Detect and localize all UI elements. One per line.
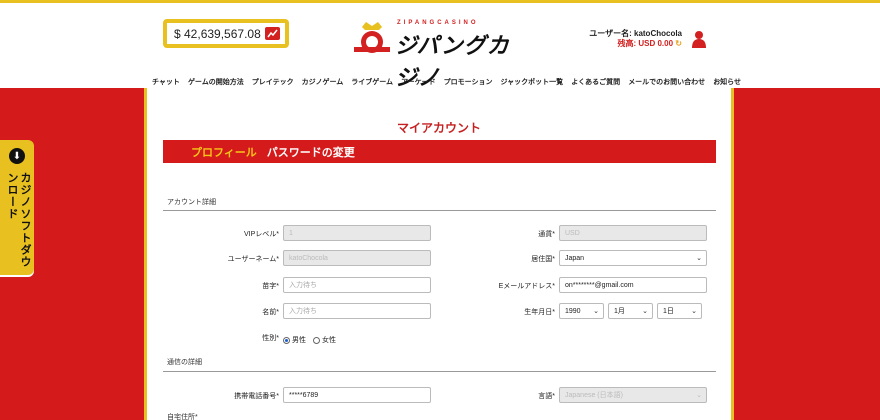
username-field: katoChocola [283,250,431,266]
jackpot-display: $ 42,639,567.08 [163,19,289,48]
gender-male-radio[interactable]: 男性 [283,335,306,345]
jackpot-amount: $ 42,639,567.08 [174,26,261,41]
side-panel-label: カジノソフトダウンロード [6,172,32,268]
balance-label: 残高: USD 0.00 [617,39,674,48]
nav-item-news[interactable]: お知らせ [713,77,741,87]
nav-item-email-contact[interactable]: メールでのお問い合わせ [628,77,705,87]
nav-item-live-games[interactable]: ライブゲーム [351,77,393,87]
phone-label: 携帯電話番号* [234,393,279,400]
nav-item-how-to-start[interactable]: ゲームの開始方法 [188,77,244,87]
chevron-down-icon: ⌄ [593,308,599,315]
email-input[interactable]: on********@gmail.com [559,277,707,293]
logo-emblem-icon [354,22,390,53]
username-field-label: ユーザーネーム* [227,256,279,263]
dob-month-select[interactable]: 1月 ⌄ [608,303,653,319]
username-label: ユーザー名: katoChocola [589,29,682,38]
chevron-down-icon: ⌄ [642,308,648,315]
firstname-label: 名前* [262,309,279,316]
dob-month-value: 1月 [614,308,625,315]
chevron-down-icon: ⌄ [696,392,702,399]
dob-year-value: 1990 [565,307,581,315]
top-header: $ 42,639,567.08 ZIPANGCASINO ジパングカジノ ユーザ… [0,0,880,90]
dob-day-value: 1日 [663,308,674,315]
account-tabs: プロフィール パスワードの変更 [163,140,716,163]
refresh-icon[interactable]: ↻ [675,39,682,48]
vip-level-field: 1 [283,225,431,241]
chevron-down-icon: ⌄ [691,308,697,315]
gender-male-label: 男性 [292,337,306,344]
nav-item-casino-games[interactable]: カジノゲーム [302,77,344,87]
country-label: 居住国* [531,256,555,263]
nav-item-arcade[interactable]: アーケード [401,77,436,87]
dob-year-select[interactable]: 1990 ⌄ [559,303,604,319]
tab-change-password[interactable]: パスワードの変更 [267,144,355,160]
currency-label: 通貨* [538,231,555,238]
account-panel: マイアカウント プロフィール パスワードの変更 アカウント詳細 VIPレベル* … [144,88,734,420]
download-arrow-icon: ⬇ [9,148,25,164]
section-home-address: 自宅住所* [167,414,198,420]
radio-selected-icon [283,336,290,344]
section-contact-details: 通信の詳細 [167,359,202,366]
tab-profile[interactable]: プロフィール [191,144,257,160]
lastname-label: 苗字* [262,283,279,290]
dob-label: 生年月日* [524,309,555,316]
nav-item-chat[interactable]: チャット [152,77,180,87]
site-logo[interactable]: ZIPANGCASINO ジパングカジノ [352,17,528,90]
logo-small-text: ZIPANGCASINO [397,20,479,26]
main-nav: チャット ゲームの開始方法 プレイテック カジノゲーム ライブゲーム アーケード… [152,77,741,87]
currency-field: USD [559,225,707,241]
user-avatar-icon[interactable] [692,30,706,48]
lastname-input[interactable]: 入力待ち [283,277,431,293]
page-title: マイアカウント [396,121,481,135]
language-select: Japanese (日本語) ⌄ [559,387,707,403]
chevron-down-icon: ⌄ [696,255,702,262]
firstname-input[interactable]: 入力待ち [283,303,431,319]
email-label: Eメールアドレス* [498,283,555,290]
nav-item-promotions[interactable]: プロモーション [444,77,493,87]
nav-item-faq[interactable]: よくあるご質問 [571,77,620,87]
dob-day-select[interactable]: 1日 ⌄ [657,303,702,319]
gender-label: 性別* [262,335,279,342]
vip-level-label: VIPレベル* [243,231,279,238]
section-account-details: アカウント詳細 [167,199,216,206]
phone-input[interactable]: *****6789 [283,387,431,403]
country-select[interactable]: Japan ⌄ [559,250,707,266]
radio-unselected-icon [313,336,320,344]
nav-item-jackpots[interactable]: ジャックポット一覧 [501,77,564,87]
divider [163,371,716,372]
gender-female-radio[interactable]: 女性 [313,335,336,345]
country-value: Japan [565,254,585,262]
nav-item-playtech[interactable]: プレイテック [252,77,294,87]
language-value: Japanese (日本語) [565,392,623,399]
casino-software-download-tab[interactable]: ⬇ カジノソフトダウンロード [0,140,34,275]
language-label: 言語* [538,393,555,400]
chart-icon[interactable] [265,27,280,40]
user-info: ユーザー名: katoChocola 残高: USD 0.00 ↻ [589,29,682,49]
gender-female-label: 女性 [322,337,336,344]
divider [163,210,716,211]
